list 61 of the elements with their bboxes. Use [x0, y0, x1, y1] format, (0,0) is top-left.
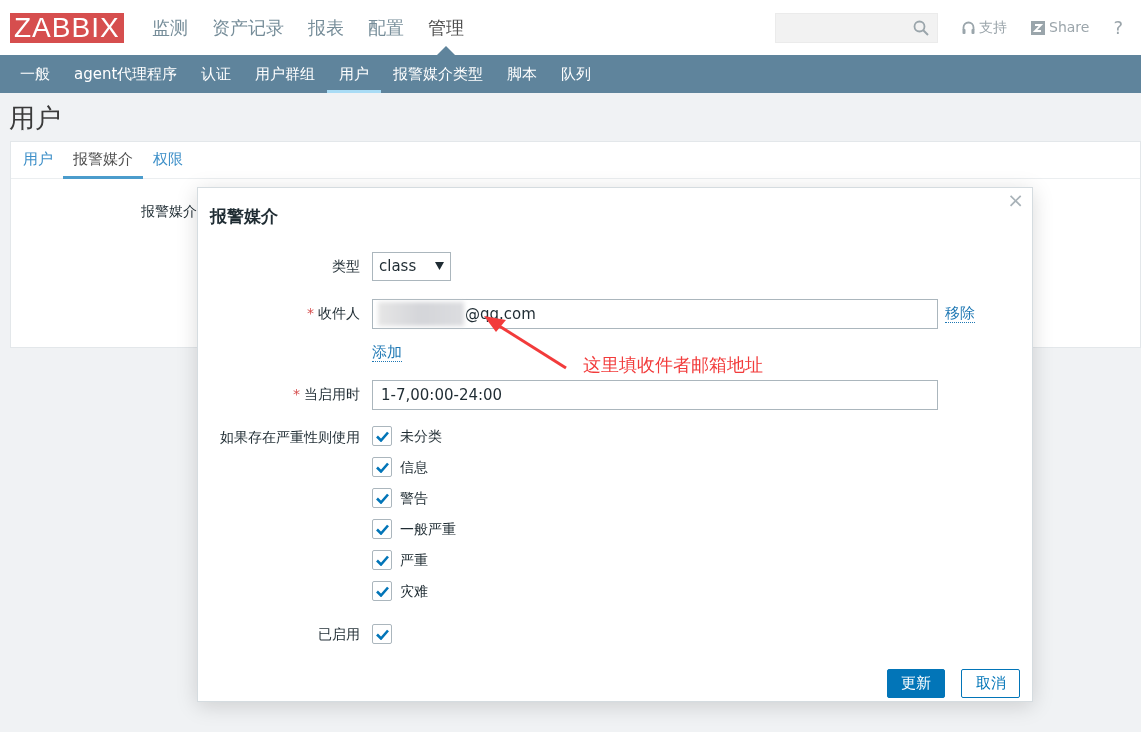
submenu-item[interactable]: 一般: [8, 55, 62, 93]
close-button[interactable]: ×: [1005, 189, 1026, 211]
submenu-item[interactable]: 报警媒介类型: [381, 55, 496, 93]
headset-icon: [962, 20, 976, 35]
menu-item[interactable]: 配置: [355, 0, 416, 55]
menu-item[interactable]: 监测: [139, 0, 200, 55]
menu-item[interactable]: 管理: [415, 0, 476, 55]
field-label: 已启用: [318, 625, 360, 642]
tab[interactable]: 权限: [143, 142, 193, 179]
checkbox-label: 警告: [400, 488, 428, 508]
checkbox-label: 灾难: [400, 581, 428, 601]
dialog-title: 报警媒介: [210, 205, 279, 228]
add-link[interactable]: 添加: [372, 342, 402, 362]
check-icon: [375, 628, 389, 640]
remove-link[interactable]: 移除: [945, 304, 975, 323]
menu-item[interactable]: 资产记录: [199, 0, 296, 55]
period-input[interactable]: 1-7,00:00-24:00: [372, 379, 938, 410]
caret-icon: [435, 262, 444, 270]
update-button[interactable]: 更新: [887, 668, 945, 698]
logo[interactable]: ZABBIX: [10, 12, 124, 43]
submenu-item[interactable]: 用户群组: [243, 55, 328, 93]
share-logo-icon: [1031, 20, 1046, 35]
submenu-item[interactable]: 用户: [327, 55, 382, 93]
page-title: 用户: [8, 102, 62, 135]
checkbox[interactable]: [372, 550, 392, 570]
support-link[interactable]: 支持: [962, 17, 1008, 38]
search-icon: [913, 19, 930, 36]
checkbox-label: 严重: [400, 550, 428, 570]
type-dropdown[interactable]: class: [372, 251, 451, 281]
cancel-button[interactable]: 取消: [961, 668, 1020, 698]
submenu-item[interactable]: 脚本: [495, 55, 550, 93]
checkbox[interactable]: [372, 581, 392, 601]
submenu-item[interactable]: 队列: [549, 55, 604, 93]
check-icon: [375, 492, 389, 504]
checkbox[interactable]: [372, 519, 392, 539]
checkbox[interactable]: [372, 488, 392, 508]
field-label: * 收件人: [307, 305, 360, 321]
checkbox[interactable]: [372, 624, 392, 644]
field-label: 如果存在严重性则使用: [220, 428, 360, 445]
check-icon: [375, 430, 389, 442]
submenu-item[interactable]: 认证: [189, 55, 244, 93]
submenu-item[interactable]: agent代理程序: [62, 55, 190, 93]
annotation-text: 这里填收件者邮箱地址: [583, 354, 763, 375]
checkbox[interactable]: [372, 426, 392, 446]
tab[interactable]: 报警媒介: [63, 142, 143, 179]
check-icon: [375, 523, 389, 535]
check-icon: [375, 554, 389, 566]
form-label: 报警媒介: [141, 202, 197, 221]
check-icon: [375, 461, 389, 473]
checkbox[interactable]: [372, 457, 392, 477]
share-link[interactable]: Share: [1031, 17, 1090, 38]
tab[interactable]: 用户: [13, 142, 63, 179]
check-icon: [375, 585, 389, 597]
search-field[interactable]: [775, 12, 939, 43]
field-label: * 当启用时: [293, 386, 360, 402]
menu-item[interactable]: 报表: [295, 0, 356, 55]
checkbox-label: 信息: [400, 457, 428, 477]
field-label: 类型: [332, 257, 360, 274]
help-link[interactable]: ?: [1113, 14, 1123, 41]
checkbox-label: 未分类: [400, 426, 442, 446]
checkbox-label: 一般严重: [400, 519, 456, 539]
